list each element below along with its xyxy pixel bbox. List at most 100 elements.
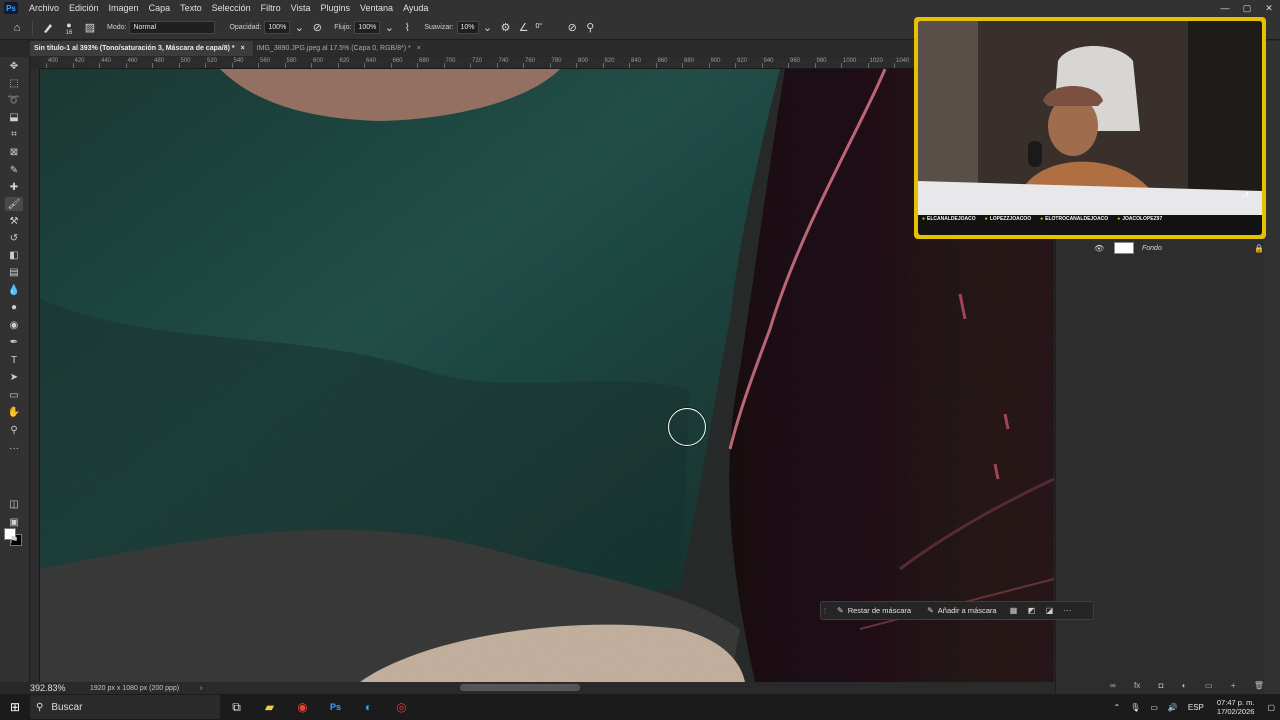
dodge-tool-icon[interactable]: ● [5,300,23,314]
brush-preset-picker[interactable]: ● 16 [57,19,81,37]
menu-texto[interactable]: Texto [175,3,207,13]
photoshop-icon[interactable]: Ps [319,702,352,712]
language-indicator[interactable]: ESP [1183,703,1209,712]
gear-icon[interactable]: ⚙ [497,19,515,37]
menu-plugins[interactable]: Plugins [316,3,356,13]
tab-img-3890[interactable]: IMG_3890.JPG.jpeg al 17.5% (Capa 0, RGB/… [253,41,429,56]
subtract-from-mask-button[interactable]: ✎ Restar de máscara [829,606,919,615]
sponge-tool-icon[interactable]: ◉ [5,318,23,332]
eyedropper-tool-icon[interactable]: ✎ [5,163,23,177]
layer-row-fondo[interactable]: 👁 Fondo 🔒 [1094,238,1264,258]
history-brush-icon[interactable]: ↺ [5,231,23,245]
clock[interactable]: 07:47 p. m. 17/02/2026 [1209,698,1263,716]
microphone-icon[interactable]: 🎙 [1125,703,1145,712]
chevron-down-icon[interactable]: ⌄ [380,19,398,37]
close-icon[interactable]: × [241,41,245,56]
lasso-tool-icon[interactable]: ➰ [5,93,23,107]
horizontal-ruler[interactable]: 400 420 440 460 480 500 520 540 560 580 600 620 640 6… [40,57,914,69]
menu-edicion[interactable]: Edición [64,3,104,13]
more-options-icon[interactable]: ··· [1059,606,1077,615]
tab-sin-titulo[interactable]: Sin título-1 al 393% (Tono/saturación 3,… [30,41,253,56]
menu-seleccion[interactable]: Selección [207,3,256,13]
add-mask-icon[interactable]: ◘ [1159,681,1164,690]
brush-tool-icon[interactable] [39,19,57,37]
delete-mask-icon[interactable]: ◪ [1041,606,1059,615]
blur-tool-icon[interactable]: 💧 [5,283,23,297]
task-view-icon[interactable]: ⧉ [220,700,253,715]
healing-brush-icon[interactable]: ✚ [5,180,23,194]
screen-mode-icon[interactable]: ▣ [5,515,23,529]
flow-input[interactable]: 100% [354,21,381,34]
maximize-button[interactable]: ▢ [1236,0,1258,16]
symmetry-icon[interactable]: ⚲ [581,19,599,37]
chevron-down-icon[interactable]: ⌄ [479,19,497,37]
marquee-tool-icon[interactable]: ⬚ [5,76,23,90]
menu-archivo[interactable]: Archivo [24,3,64,13]
obs-icon[interactable]: ◎ [385,700,418,714]
gradient-tool-icon[interactable]: ▤ [5,265,23,279]
file-explorer-icon[interactable]: ▰ [253,700,286,714]
edit-toolbar-icon[interactable]: ⚑ [5,533,23,547]
close-button[interactable]: ✕ [1258,0,1280,16]
close-icon[interactable]: × [417,41,421,56]
zoom-tool-icon[interactable]: ⚲ [5,423,23,437]
menu-vista[interactable]: Vista [286,3,316,13]
chevron-up-icon[interactable]: ⌃ [1108,703,1125,712]
hand-tool-icon[interactable]: ✋ [5,405,23,419]
menu-capa[interactable]: Capa [144,3,176,13]
menu-ventana[interactable]: Ventana [355,3,398,13]
quick-mask-icon[interactable]: ◫ [5,497,23,511]
opacity-input[interactable]: 100% [264,21,291,34]
new-group-icon[interactable]: ▭ [1205,681,1213,690]
network-icon[interactable]: ▭ [1145,703,1163,712]
chrome-icon[interactable]: ◉ [286,700,319,714]
menu-ayuda[interactable]: Ayuda [398,3,433,13]
more-tools-icon[interactable]: ··· [5,441,23,455]
eraser-tool-icon[interactable]: ◧ [5,248,23,262]
object-select-tool-icon[interactable]: ⬓ [5,110,23,124]
document-canvas[interactable] [40,69,1054,682]
frame-tool-icon[interactable]: ⊠ [5,145,23,159]
menu-imagen[interactable]: Imagen [104,3,144,13]
volume-icon[interactable]: 🔊 [1163,703,1183,712]
minimize-button[interactable]: — [1214,0,1236,16]
clone-stamp-icon[interactable]: ⚒ [5,214,23,228]
airbrush-icon[interactable]: ⌇ [398,19,416,37]
pressure-size-icon[interactable]: ⊘ [563,19,581,37]
new-layer-icon[interactable]: + [1231,681,1236,690]
pen-tool-icon[interactable]: ✒ [5,335,23,349]
brush-settings-icon[interactable]: ▨ [81,19,99,37]
menu-filtro[interactable]: Filtro [256,3,286,13]
move-tool-icon[interactable]: ✥ [5,59,23,73]
vertical-ruler[interactable] [30,69,40,682]
lock-icon[interactable]: 🔒 [1254,244,1264,253]
brush-icon: ✎ [927,606,934,615]
windows-start-icon[interactable]: ⊞ [0,700,30,714]
drag-handle-icon[interactable]: ⋮ [821,607,829,615]
status-arrow[interactable]: › [200,685,202,692]
pressure-opacity-icon[interactable]: ⊘ [308,19,326,37]
invert-mask-icon[interactable]: ◩ [1023,606,1041,615]
add-to-mask-button[interactable]: ✎ Añadir a máscara [919,606,1004,615]
adjustment-layer-icon[interactable]: ◐ [1182,681,1187,690]
zoom-level[interactable]: 392.83% [30,683,80,693]
type-tool-icon[interactable]: T [5,353,23,367]
smoothing-input[interactable]: 10% [456,21,479,34]
path-select-icon[interactable]: ➤ [5,370,23,384]
trash-icon[interactable]: 🗑 [1254,681,1264,690]
mode-select[interactable]: Normal [129,21,216,34]
taskbar-search[interactable]: ⚲ Buscar [30,695,220,719]
mask-properties-icon[interactable]: ▦ [1005,606,1023,615]
home-icon[interactable]: ⌂ [8,19,26,37]
eye-icon[interactable]: 👁 [1094,244,1108,253]
crop-tool-icon[interactable]: ⌗ [5,127,23,141]
horizontal-scrollbar[interactable] [460,684,580,691]
link-layers-icon[interactable]: ∞ [1110,681,1116,690]
layer-style-icon[interactable]: fx [1134,681,1140,690]
chevron-down-icon[interactable]: ⌄ [290,19,308,37]
angle-input[interactable]: 0° [533,21,546,34]
brush-tool-icon[interactable]: 🖌 [5,197,23,211]
edge-icon[interactable]: ◐ [352,700,385,714]
notifications-icon[interactable]: ▢ [1262,703,1280,712]
rectangle-tool-icon[interactable]: ▭ [5,388,23,402]
